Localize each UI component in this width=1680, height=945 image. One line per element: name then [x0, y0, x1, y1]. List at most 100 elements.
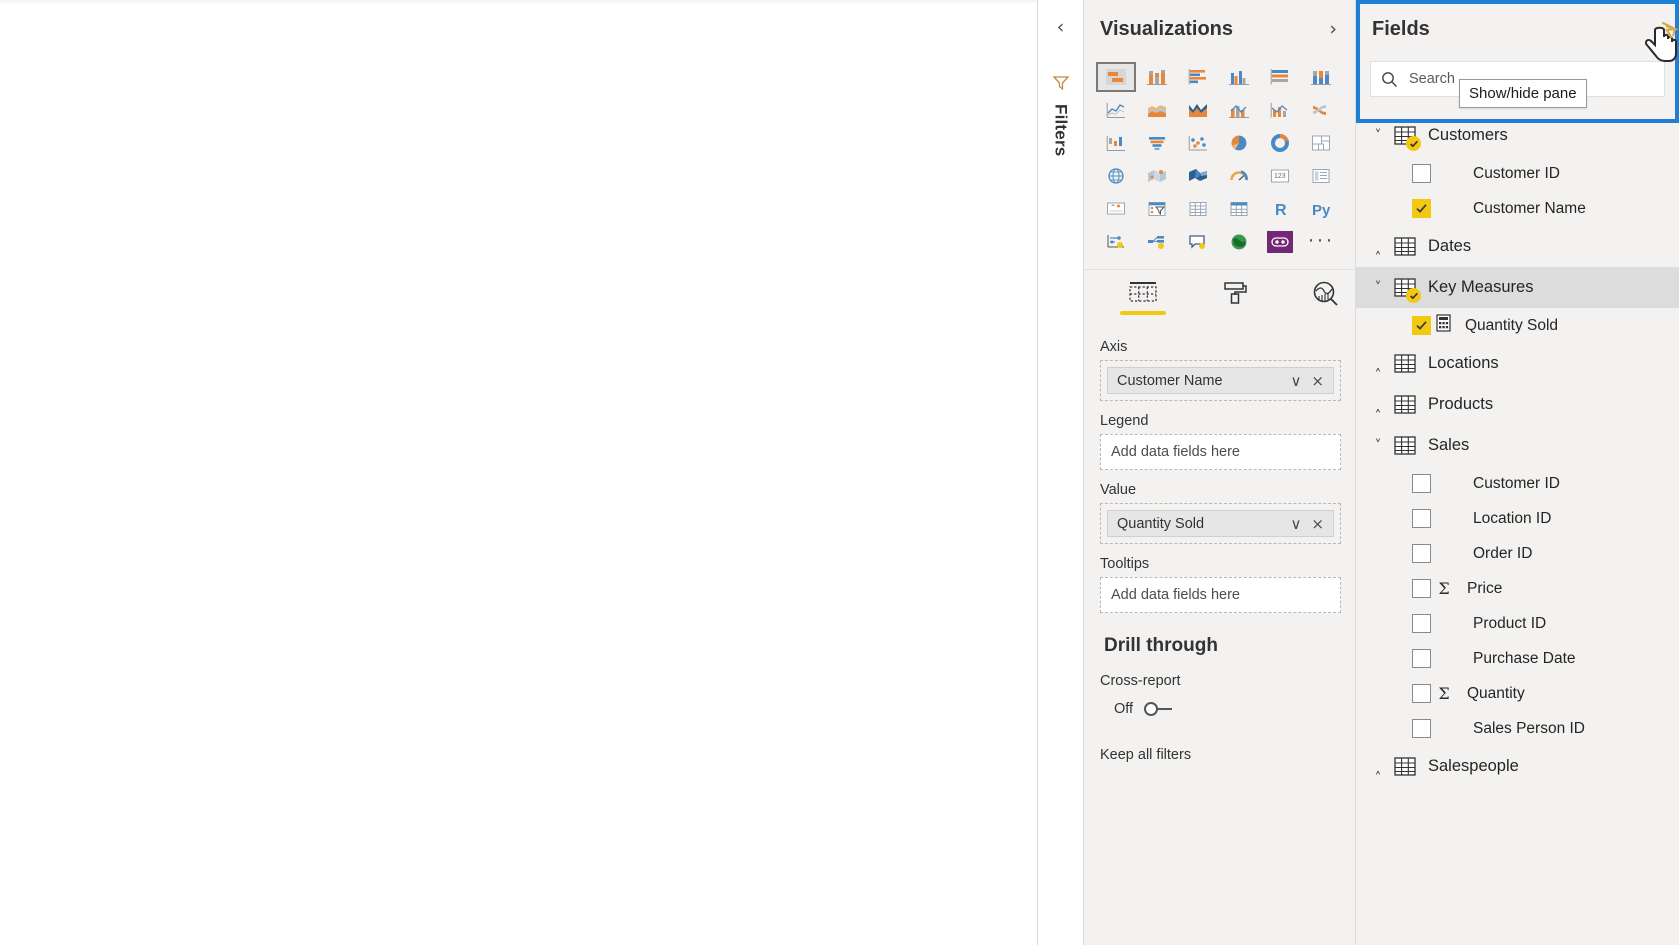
table-icon — [1394, 126, 1421, 151]
format-tab[interactable] — [1203, 280, 1264, 321]
tree-table-key-measures[interactable]: ˅ Key Measures — [1356, 267, 1679, 308]
chevron-up-icon[interactable]: ˅ — [1368, 128, 1388, 144]
tree-table-dates[interactable]: ˅ Dates — [1356, 226, 1679, 267]
chevron-up-icon[interactable]: ˅ — [1368, 280, 1388, 296]
well-tooltips[interactable]: Add data fields here — [1100, 577, 1341, 613]
more-options-icon[interactable]: ··· — [1301, 227, 1341, 257]
funnel-icon — [1052, 75, 1070, 96]
gauge-icon[interactable] — [1219, 161, 1259, 191]
multi-row-card-icon[interactable] — [1301, 161, 1341, 191]
cross-report-toggle[interactable]: Off — [1114, 701, 1341, 717]
clustered-column-chart-icon[interactable] — [1219, 62, 1259, 92]
tree-field-sales-order-id[interactable]: Order ID — [1356, 536, 1679, 571]
100-percent-stacked-bar-chart-icon[interactable] — [1260, 62, 1300, 92]
field-checkbox[interactable] — [1412, 649, 1431, 668]
stacked-column-chart-icon[interactable] — [1137, 62, 1177, 92]
tree-table-customers[interactable]: ˅ Customers — [1356, 115, 1679, 156]
field-chip-axis[interactable]: Customer Name ∨ × — [1107, 367, 1334, 394]
100-percent-stacked-column-chart-icon[interactable] — [1301, 62, 1341, 92]
field-checkbox[interactable] — [1412, 544, 1431, 563]
tree-field-key-measures-quantity-sold[interactable]: Quantity Sold — [1356, 308, 1679, 343]
field-chip-value[interactable]: Quantity Sold ∨ × — [1107, 510, 1334, 537]
visualizations-header: Visualizations › — [1084, 0, 1355, 58]
fields-tab[interactable] — [1112, 280, 1173, 321]
donut-chart-icon[interactable] — [1260, 128, 1300, 158]
field-checkbox[interactable] — [1412, 719, 1431, 738]
chevron-up-icon[interactable]: ˅ — [1368, 438, 1388, 454]
power-apps-visual-icon[interactable] — [1260, 227, 1300, 257]
fields-title: Fields — [1372, 17, 1430, 40]
scatter-chart-icon[interactable] — [1178, 128, 1218, 158]
well-value[interactable]: Quantity Sold ∨ × — [1100, 503, 1341, 544]
tree-field-sales-customer-id[interactable]: Customer ID — [1356, 466, 1679, 501]
chevron-down-icon[interactable]: ˅ — [1368, 397, 1388, 413]
collapse-filters-chevron-icon[interactable]: ‹ — [1057, 18, 1065, 37]
field-checkbox[interactable] — [1412, 684, 1431, 703]
r-script-visual-icon[interactable]: R — [1260, 194, 1300, 224]
tree-field-sales-price[interactable]: Σ Price — [1356, 571, 1679, 606]
field-checkbox[interactable] — [1412, 579, 1431, 598]
well-axis[interactable]: Customer Name ∨ × — [1100, 360, 1341, 401]
field-checkbox[interactable] — [1412, 474, 1431, 493]
arcgis-maps-icon[interactable] — [1219, 227, 1259, 257]
field-checkbox[interactable] — [1412, 509, 1431, 528]
line-chart-icon[interactable] — [1096, 95, 1136, 125]
treemap-icon[interactable] — [1301, 128, 1341, 158]
tree-field-sales-quantity[interactable]: Σ Quantity — [1356, 676, 1679, 711]
ribbon-chart-icon[interactable] — [1301, 95, 1341, 125]
tree-field-customers-customer-id[interactable]: Customer ID — [1356, 156, 1679, 191]
tree-table-locations[interactable]: ˅ Locations — [1356, 343, 1679, 384]
tree-field-sales-sales-person-id[interactable]: Sales Person ID — [1356, 711, 1679, 746]
filters-pane-collapsed[interactable]: ‹ Filters — [1038, 0, 1084, 945]
chevron-down-icon[interactable]: ˅ — [1368, 356, 1388, 372]
chevron-down-icon[interactable]: ˅ — [1368, 239, 1388, 255]
field-checkbox[interactable] — [1412, 164, 1431, 183]
visualizations-pane: Visualizations › 123 R Py ··· Axis Custo… — [1084, 0, 1356, 945]
python-visual-icon[interactable]: Py — [1301, 194, 1341, 224]
clustered-bar-chart-icon[interactable] — [1178, 62, 1218, 92]
fields-tree: ˅ Customers Customer ID Customer Name ˅ … — [1356, 115, 1679, 787]
chevron-down-icon[interactable]: ∨ — [1285, 372, 1306, 390]
area-chart-icon[interactable] — [1137, 95, 1177, 125]
chevron-down-icon[interactable]: ∨ — [1285, 515, 1306, 533]
well-label-legend: Legend — [1100, 413, 1149, 429]
tree-field-label: Quantity — [1467, 684, 1525, 702]
funnel-chart-icon[interactable] — [1137, 128, 1177, 158]
field-checkbox[interactable] — [1412, 199, 1431, 218]
tree-field-label: Location ID — [1473, 509, 1552, 527]
cross-report-toggle-state: Off — [1114, 701, 1134, 717]
tree-field-sales-purchase-date[interactable]: Purchase Date — [1356, 641, 1679, 676]
report-canvas[interactable] — [0, 0, 1038, 945]
well-legend[interactable]: Add data fields here — [1100, 434, 1341, 470]
expand-visualizations-chevron-icon[interactable]: › — [1325, 18, 1341, 40]
shape-map-icon[interactable] — [1178, 161, 1218, 191]
key-influencers-icon[interactable] — [1096, 227, 1136, 257]
tree-field-sales-location-id[interactable]: Location ID — [1356, 501, 1679, 536]
line-and-stacked-column-chart-icon[interactable] — [1219, 95, 1259, 125]
tree-table-products[interactable]: ˅ Products — [1356, 384, 1679, 425]
analytics-tab[interactable] — [1294, 280, 1355, 321]
line-and-clustered-column-chart-icon[interactable] — [1260, 95, 1300, 125]
chevron-down-icon[interactable]: ˅ — [1368, 759, 1388, 775]
field-checkbox[interactable] — [1412, 614, 1431, 633]
slicer-icon[interactable] — [1137, 194, 1177, 224]
remove-field-icon[interactable]: × — [1306, 372, 1329, 390]
filled-map-icon[interactable] — [1137, 161, 1177, 191]
card-icon[interactable]: 123 — [1260, 161, 1300, 191]
field-checkbox[interactable] — [1412, 316, 1431, 335]
table-icon[interactable] — [1178, 194, 1218, 224]
remove-field-icon[interactable]: × — [1306, 515, 1329, 533]
tree-field-sales-product-id[interactable]: Product ID — [1356, 606, 1679, 641]
map-icon[interactable] — [1096, 161, 1136, 191]
matrix-icon[interactable] — [1219, 194, 1259, 224]
waterfall-chart-icon[interactable] — [1096, 128, 1136, 158]
kpi-icon[interactable] — [1096, 194, 1136, 224]
tree-table-sales[interactable]: ˅ Sales — [1356, 425, 1679, 466]
tree-field-customers-customer-name[interactable]: Customer Name — [1356, 191, 1679, 226]
tree-table-salespeople[interactable]: ˅ Salespeople — [1356, 746, 1679, 787]
pie-chart-icon[interactable] — [1219, 128, 1259, 158]
decomposition-tree-icon[interactable] — [1137, 227, 1177, 257]
stacked-bar-chart-icon[interactable] — [1096, 62, 1136, 92]
qa-visual-icon[interactable] — [1178, 227, 1218, 257]
stacked-area-chart-icon[interactable] — [1178, 95, 1218, 125]
